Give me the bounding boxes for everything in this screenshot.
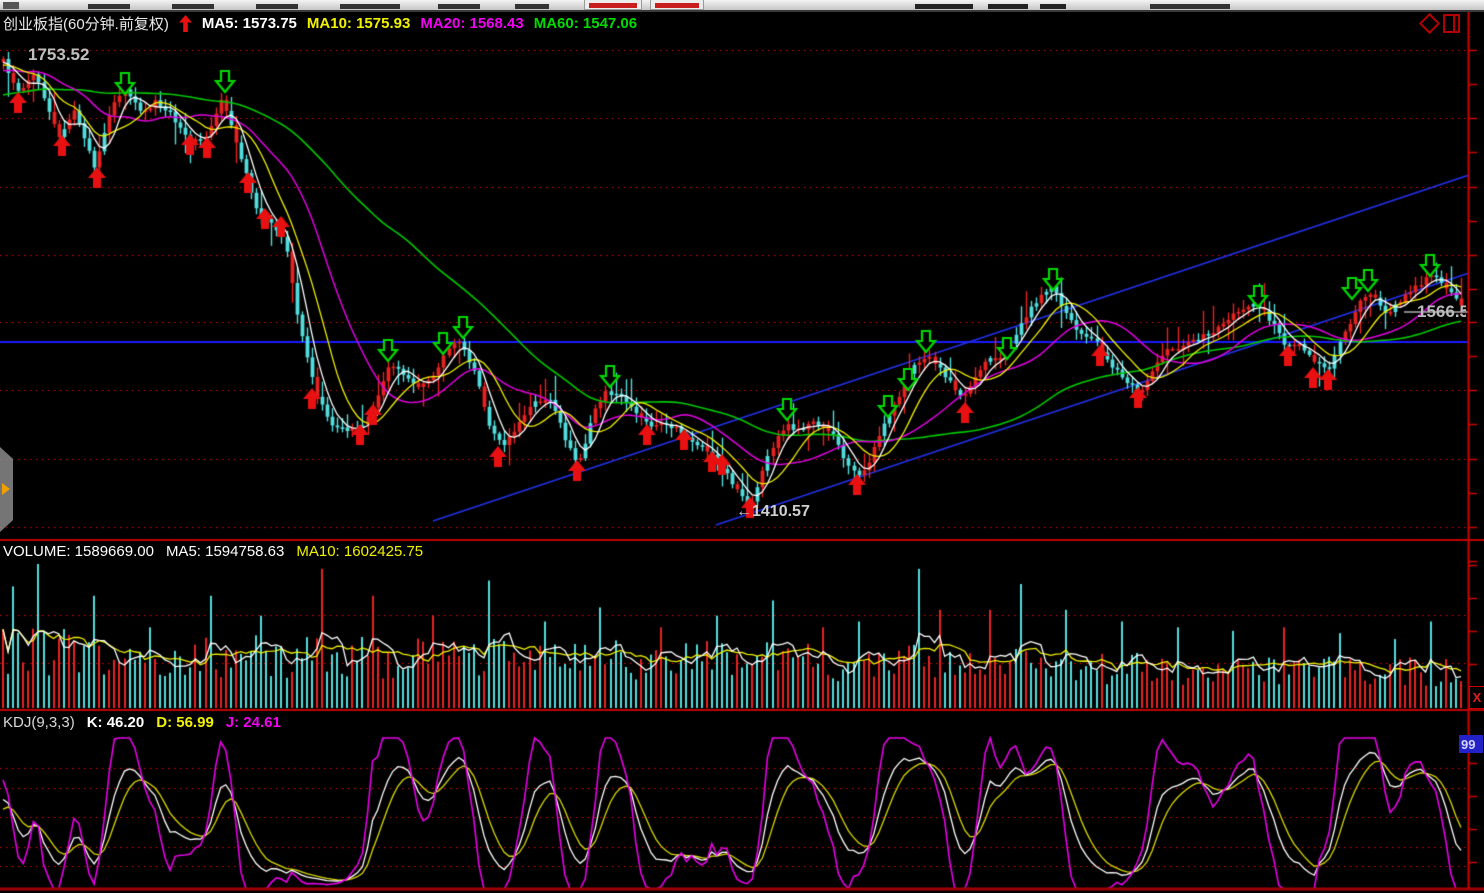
menu-text-fragment bbox=[88, 4, 130, 9]
period-high-label: 1753.52 bbox=[28, 45, 89, 65]
restore-panel-icon[interactable] bbox=[1443, 14, 1460, 33]
period-low-value: 1410.57 bbox=[752, 503, 810, 520]
kdj-d-value: D: 56.99 bbox=[156, 714, 214, 731]
diamond-icon[interactable] bbox=[1419, 13, 1440, 34]
menu-button-red[interactable] bbox=[650, 0, 704, 10]
last-price-label: 1566.5 bbox=[1417, 302, 1466, 322]
kdj-indicator-name: KDJ(9,3,3) bbox=[3, 714, 75, 731]
main-chart-header: 创业板指(60分钟.前复权) MA5: 1573.75 MA10: 1575.9… bbox=[3, 13, 637, 33]
app-icon bbox=[3, 2, 19, 9]
ma5-value: MA5: 1573.75 bbox=[202, 15, 297, 32]
chart-canvas[interactable] bbox=[0, 0, 1484, 893]
menu-text-fragment bbox=[438, 4, 480, 9]
kdj-k-value: K: 46.20 bbox=[87, 714, 145, 731]
ma10-value: MA10: 1575.93 bbox=[307, 15, 410, 32]
menu-text-fragment bbox=[915, 4, 973, 9]
volume-value: VOLUME: 1589669.00 bbox=[3, 543, 154, 560]
chart-title: 创业板指(60分钟.前复权) bbox=[3, 13, 169, 34]
left-arrow-icon: ← bbox=[736, 503, 752, 520]
trading-terminal-window: 创业板指(60分钟.前复权) MA5: 1573.75 MA10: 1575.9… bbox=[0, 0, 1484, 893]
menu-text-fragment bbox=[1150, 4, 1230, 9]
menu-text-fragment bbox=[172, 4, 214, 9]
sidebar-expand-tab[interactable] bbox=[0, 447, 13, 532]
kdj-header: KDJ(9,3,3) K: 46.20 D: 56.99 J: 24.61 bbox=[3, 713, 281, 732]
menu-text-fragment bbox=[1040, 4, 1066, 9]
volume-ma5-value: MA5: 1594758.63 bbox=[166, 543, 284, 560]
volume-ma10-value: MA10: 1602425.75 bbox=[296, 543, 423, 560]
up-arrow-icon bbox=[179, 15, 192, 32]
expand-arrow-icon bbox=[2, 483, 10, 495]
volume-header: VOLUME: 1589669.00 MA5: 1594758.63 MA10:… bbox=[3, 542, 423, 561]
menu-button-red[interactable] bbox=[584, 0, 642, 10]
kdj-axis-value-box: 99 bbox=[1459, 735, 1483, 753]
menu-text-fragment bbox=[340, 4, 400, 9]
menu-text-fragment bbox=[988, 4, 1028, 9]
menu-bar[interactable] bbox=[0, 0, 1484, 12]
kdj-j-value: J: 24.61 bbox=[226, 714, 281, 731]
period-low-label: ←1410.57 bbox=[736, 503, 810, 521]
ma20-value: MA20: 1568.43 bbox=[420, 15, 523, 32]
window-corner-controls bbox=[1422, 14, 1460, 33]
ma60-value: MA60: 1547.06 bbox=[534, 15, 637, 32]
indicator-close-button[interactable]: X bbox=[1469, 686, 1484, 709]
menu-text-fragment bbox=[256, 4, 298, 9]
menu-text-fragment bbox=[515, 4, 549, 9]
